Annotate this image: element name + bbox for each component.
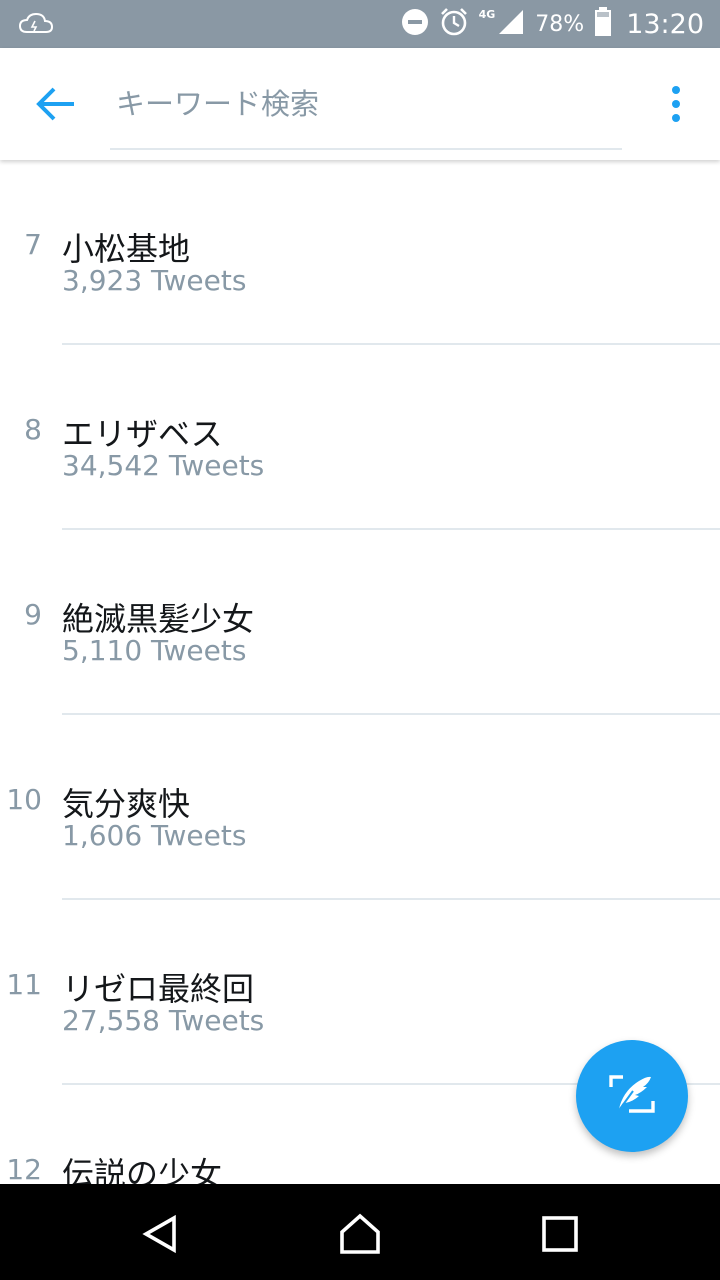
trend-rank: 10 bbox=[6, 783, 42, 816]
trend-list: 7 小松基地 3,923 Tweets 8 エリザベス 34,542 Tweet… bbox=[0, 160, 720, 1184]
back-arrow-icon[interactable] bbox=[36, 86, 76, 122]
home-icon[interactable] bbox=[336, 1212, 384, 1256]
trend-rank: 11 bbox=[6, 968, 42, 1001]
compose-feather-icon bbox=[609, 1073, 655, 1119]
search-toolbar bbox=[0, 48, 720, 160]
status-bar: 4G 78% 13:20 bbox=[0, 0, 720, 48]
more-options-icon[interactable] bbox=[664, 84, 688, 124]
trend-tweet-count: 27,558 Tweets bbox=[62, 1004, 265, 1037]
battery-icon bbox=[594, 7, 612, 41]
search-box[interactable] bbox=[110, 68, 622, 150]
alarm-icon bbox=[439, 7, 469, 41]
trend-name: 伝説の少女 bbox=[62, 1155, 223, 1184]
trend-item[interactable]: 7 小松基地 3,923 Tweets bbox=[0, 160, 720, 345]
trends-screen: 4G 78% 13:20 キーワード検索 7 小松基地 3,923 Tweets… bbox=[0, 0, 720, 1280]
trend-rank: 8 bbox=[24, 413, 42, 446]
network-type: 4G bbox=[478, 7, 496, 21]
trend-item[interactable]: 9 絶滅黒髪少女 5,110 Tweets bbox=[0, 530, 720, 715]
recents-square-icon[interactable] bbox=[536, 1212, 584, 1256]
status-icons: 4G 78% 13:20 bbox=[401, 0, 704, 48]
trend-rank: 7 bbox=[24, 228, 42, 261]
trend-tweet-count: 3,923 Tweets bbox=[62, 264, 247, 297]
cloud-icon bbox=[18, 12, 54, 40]
back-triangle-icon[interactable] bbox=[136, 1212, 184, 1256]
navigation-bar bbox=[0, 1184, 720, 1280]
trend-tweet-count: 34,542 Tweets bbox=[62, 449, 265, 482]
do-not-disturb-icon bbox=[401, 8, 429, 40]
signal-icon bbox=[497, 8, 525, 40]
trend-tweet-count: 1,606 Tweets bbox=[62, 819, 247, 852]
battery-percentage: 78% bbox=[535, 11, 585, 37]
trend-rank: 9 bbox=[24, 598, 42, 631]
trend-rank: 12 bbox=[6, 1153, 42, 1184]
search-input[interactable] bbox=[116, 84, 596, 124]
clock: 13:20 bbox=[626, 8, 704, 40]
compose-tweet-button[interactable] bbox=[576, 1040, 688, 1152]
trend-tweet-count: 5,110 Tweets bbox=[62, 634, 247, 667]
trend-item[interactable]: 10 気分爽快 1,606 Tweets bbox=[0, 715, 720, 900]
trend-item[interactable]: 8 エリザベス 34,542 Tweets bbox=[0, 345, 720, 530]
